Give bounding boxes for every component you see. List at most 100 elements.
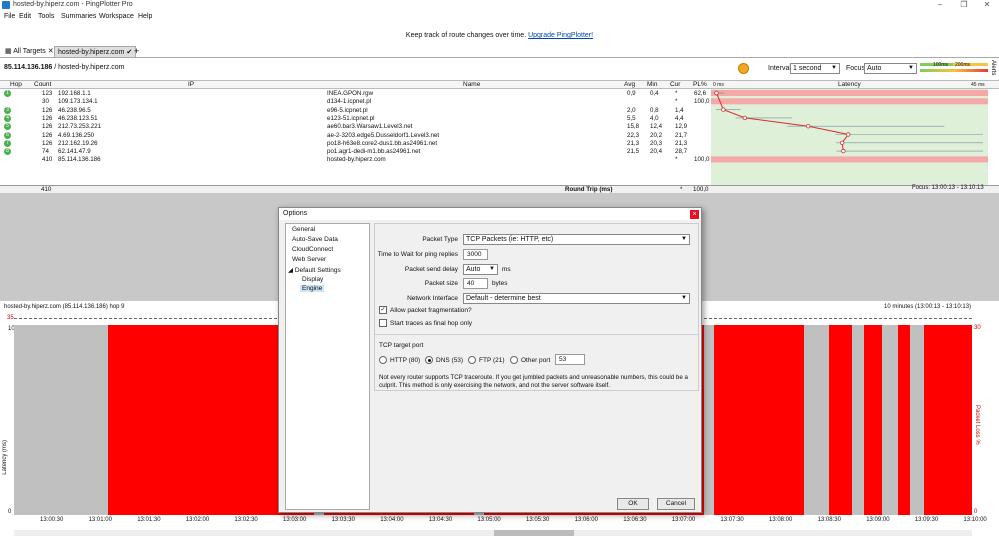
table-row[interactable]: 8 74 62.141.47.9 po1.agr1-dedi-m1.bb.as2496… bbox=[0, 148, 711, 156]
final-hop-checkbox[interactable] bbox=[379, 319, 387, 327]
frag-label: Allow packet fragmentation? bbox=[390, 307, 472, 314]
latency-avg-point bbox=[721, 107, 726, 112]
port-ftp-radio[interactable] bbox=[468, 356, 476, 364]
cell-ip: 46.238.96.5 bbox=[58, 106, 91, 114]
table-row[interactable]: 1 123 192.168.1.1 INEA.GPON.rgw 0,9 0,4 * 62,6 bbox=[0, 90, 711, 98]
col-cur[interactable]: Cur bbox=[670, 81, 680, 89]
cell-ip: 4.69.136.250 bbox=[58, 131, 95, 139]
tree-auto-save[interactable]: Auto-Save Data bbox=[292, 236, 338, 243]
close-tab-icon[interactable]: ✕ bbox=[48, 48, 54, 55]
cell-min: 0,4 bbox=[650, 90, 659, 97]
cell-ip: 109.173.134.1 bbox=[58, 98, 98, 106]
cell-cur: * bbox=[675, 98, 678, 106]
cell-name: INEA.GPON.rgw bbox=[327, 90, 374, 97]
packet-loss-bar bbox=[924, 325, 972, 515]
table-row[interactable]: 30 109.173.134.1 d134-1.icpnet.pl * 100,0 bbox=[0, 98, 711, 106]
menu-help[interactable]: Help bbox=[138, 13, 152, 20]
minimize-icon[interactable]: – bbox=[933, 0, 947, 10]
pause-button[interactable] bbox=[738, 63, 749, 74]
menu-workspace[interactable]: Workspace bbox=[99, 13, 134, 20]
col-ip[interactable]: IP bbox=[188, 81, 194, 89]
menu-edit[interactable]: Edit bbox=[19, 13, 31, 20]
graph-scrollbar[interactable] bbox=[14, 530, 972, 536]
tree-default-settings[interactable]: ◢ Default Settings bbox=[288, 266, 341, 274]
table-row[interactable]: 5 126 212.73.253.221 ae60.bar3.Warsaw1.Leve… bbox=[0, 123, 711, 131]
menu-tools[interactable]: Tools bbox=[38, 13, 54, 20]
x-tick-label: 13:04:30 bbox=[428, 517, 453, 523]
col-hop[interactable]: Hop bbox=[10, 81, 22, 89]
table-row[interactable]: 7 126 212.162.19.26 po18-h63e8.core2-dus1.b… bbox=[0, 139, 711, 148]
col-avg[interactable]: Avg bbox=[624, 81, 635, 89]
loss-bar bbox=[711, 98, 988, 105]
tree-engine[interactable]: Engine bbox=[300, 285, 325, 292]
latency-min-label: 0 ms bbox=[713, 82, 724, 88]
collapse-icon[interactable]: ◢ bbox=[288, 267, 295, 274]
port-dns-radio[interactable] bbox=[425, 356, 433, 364]
delay-value: Auto bbox=[466, 266, 481, 273]
tab-all-targets[interactable]: ▦ All Targets ✕ bbox=[2, 46, 57, 57]
cell-min: 0,8 bbox=[650, 106, 659, 114]
x-tick-label: 13:08:30 bbox=[817, 517, 841, 523]
tree-web-server[interactable]: Web Server bbox=[292, 256, 326, 263]
table-row[interactable]: 410 85.114.136.186 hosted-by.hiperz.com * 10… bbox=[0, 156, 711, 164]
upgrade-banner: Keep track of route changes over time. U… bbox=[0, 29, 999, 43]
cell-cur: 1,4 bbox=[675, 106, 684, 114]
cell-avg: 22,3 bbox=[627, 131, 640, 139]
col-pl[interactable]: PL% bbox=[693, 81, 707, 89]
delay-select[interactable]: Auto ▼ bbox=[463, 264, 498, 275]
cell-ip: 212.162.19.26 bbox=[58, 139, 98, 147]
tree-cloudconnect[interactable]: CloudConnect bbox=[292, 246, 333, 253]
legend-gradient bbox=[920, 69, 988, 72]
loss-bar bbox=[711, 156, 988, 163]
scroll-thumb[interactable] bbox=[494, 530, 574, 536]
upgrade-link[interactable]: Upgrade PingPlotter! bbox=[528, 32, 593, 39]
maximize-icon[interactable]: ❐ bbox=[957, 0, 971, 10]
cell-avg: 21,5 bbox=[627, 148, 640, 156]
cell-ip: 85.114.136.186 bbox=[58, 156, 101, 164]
tree-general[interactable]: General bbox=[292, 226, 315, 233]
packet-loss-bar bbox=[898, 325, 910, 515]
cell-name: po1.agr1-dedi-m1.bb.as24961.net bbox=[327, 148, 421, 156]
legend-200: 200ms bbox=[955, 62, 971, 68]
packet-type-select[interactable]: TCP Packets (ie: HTTP, etc) ▼ bbox=[463, 234, 690, 245]
latency-avg-point bbox=[846, 132, 851, 137]
tab-bar: ▦ All Targets ✕ hosted-by.hiperz.com ✔ + bbox=[0, 46, 999, 58]
port-http-radio[interactable] bbox=[379, 356, 387, 364]
cell-cur: 4,4 bbox=[675, 114, 684, 122]
focus-select[interactable]: Auto ▼ bbox=[864, 63, 917, 74]
tab-target[interactable]: hosted-by.hiperz.com ✔ bbox=[54, 46, 137, 57]
tree-display[interactable]: Display bbox=[302, 276, 323, 283]
hop-status-icon: 6 bbox=[4, 131, 11, 139]
iface-select[interactable]: Default - determine best ▼ bbox=[463, 293, 690, 304]
latency-pane: 0 ms 45 ms bbox=[711, 82, 988, 186]
col-name[interactable]: Name bbox=[463, 81, 480, 89]
port-ftp-label: FTP (21) bbox=[479, 357, 505, 364]
target-ip: 85.114.136.186 bbox=[4, 64, 53, 71]
col-min[interactable]: Min bbox=[647, 81, 657, 89]
close-icon[interactable]: ✕ bbox=[980, 0, 994, 10]
alerts-tab[interactable]: Alerts bbox=[990, 60, 996, 75]
dialog-close-button[interactable]: × bbox=[690, 210, 699, 219]
tcp-note: Not every router supports TCP traceroute… bbox=[379, 374, 688, 389]
size-input[interactable]: 40 bbox=[463, 278, 488, 289]
col-latency[interactable]: Latency bbox=[838, 81, 861, 89]
x-tick-label: 13:04:00 bbox=[380, 517, 404, 523]
port-other-radio[interactable] bbox=[510, 356, 518, 364]
add-tab-button[interactable]: + bbox=[131, 46, 142, 57]
cell-avg: 15,8 bbox=[627, 123, 640, 131]
cancel-button[interactable]: Cancel bbox=[657, 498, 695, 510]
col-count[interactable]: Count bbox=[34, 81, 51, 89]
no-loss-gap bbox=[910, 325, 924, 515]
other-port-input[interactable]: 53 bbox=[555, 354, 585, 365]
table-row[interactable]: 6 126 4.69.136.250 ae-2-3203.edge5.Dusseldo… bbox=[0, 131, 711, 140]
table-row[interactable]: 3 126 46.238.96.5 e96-5.icpnet.pl 2,0 0,8 1,4 bbox=[0, 106, 711, 115]
table-row[interactable]: 4 126 46.238.123.51 e123-51.icpnet.pl 5,5 4,0… bbox=[0, 114, 711, 123]
engine-panel: Packet Type TCP Packets (ie: HTTP, etc) ▼… bbox=[374, 223, 699, 391]
frag-checkbox[interactable]: ✓ bbox=[379, 306, 387, 314]
menu-file[interactable]: File bbox=[4, 13, 15, 20]
menu-summaries[interactable]: Summaries bbox=[61, 13, 96, 20]
cell-ip: 46.238.123.51 bbox=[58, 114, 98, 122]
wait-input[interactable]: 3000 bbox=[463, 249, 488, 260]
interval-select[interactable]: 1 second ▼ bbox=[790, 63, 840, 74]
ok-button[interactable]: OK bbox=[617, 498, 649, 510]
